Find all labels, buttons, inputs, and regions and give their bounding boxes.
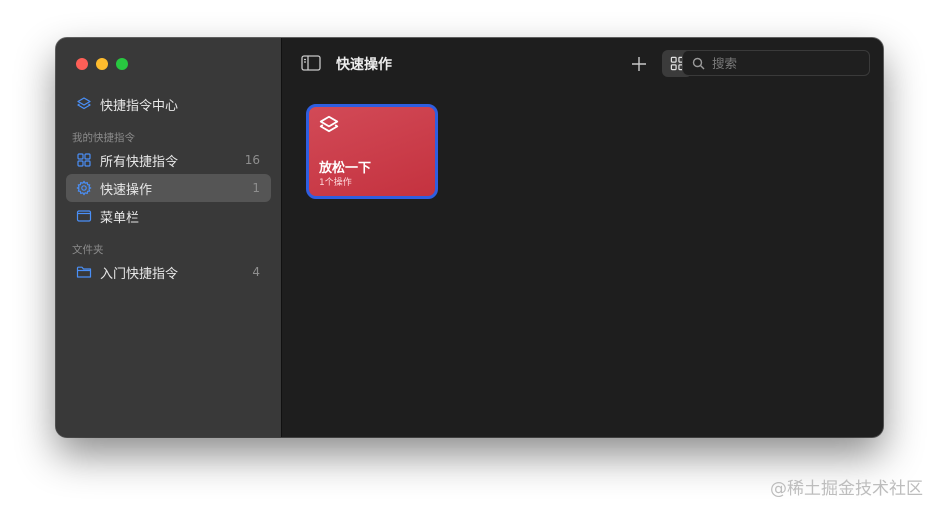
sidebar-item-label: 快捷指令中心 — [100, 98, 179, 114]
grid-icon — [76, 152, 92, 168]
sidebar-item-menu-bar[interactable]: 菜单栏 — [66, 202, 271, 230]
item-count: 16 — [244, 153, 260, 167]
folder-icon — [76, 264, 92, 280]
minimize-button[interactable] — [96, 58, 108, 70]
shortcut-action-count: 1个操作 — [319, 178, 352, 188]
search-input[interactable] — [710, 54, 864, 72]
sidebar-item-label: 菜单栏 — [100, 210, 140, 226]
shortcut-card[interactable]: 放松一下 1个操作 — [306, 104, 438, 199]
sidebar-item-label: 快速操作 — [100, 182, 153, 198]
zoom-button[interactable] — [116, 58, 128, 70]
gear-icon — [76, 180, 92, 196]
item-count: 1 — [252, 181, 260, 195]
sidebar-item-label: 所有快捷指令 — [100, 154, 179, 170]
sidebar-item-starter-shortcuts[interactable]: 入门快捷指令 4 — [66, 258, 271, 286]
menubar-icon — [76, 208, 92, 224]
layers-icon — [76, 96, 92, 112]
shortcut-layers-icon — [318, 114, 340, 140]
shortcut-title: 放松一下 — [319, 161, 372, 176]
sidebar-toggle-icon[interactable] — [300, 53, 322, 73]
add-icon[interactable] — [628, 53, 650, 75]
item-count: 4 — [252, 265, 260, 279]
watermark: @稀土掘金技术社区 — [770, 479, 923, 499]
sidebar-item-quick-actions[interactable]: 快速操作 1 — [66, 174, 271, 202]
sidebar-item-all-shortcuts[interactable]: 所有快捷指令 16 — [66, 146, 271, 174]
section-label-folders: 文件夹 — [72, 244, 104, 256]
page-title: 快速操作 — [336, 57, 392, 73]
section-label-my-shortcuts: 我的快捷指令 — [72, 132, 135, 144]
sidebar-item-gallery[interactable]: 快捷指令中心 — [66, 90, 271, 118]
main-content: 快速操作 搜索 放松一下 1个操作 — [282, 38, 883, 437]
search-icon — [692, 57, 705, 70]
window-controls — [76, 58, 128, 70]
app-window: 快捷指令中心 我的快捷指令 所有快捷指令 16 快速操作 1 菜单栏 文件夹 入… — [56, 38, 883, 437]
sidebar-item-label: 入门快捷指令 — [100, 266, 179, 282]
search-field[interactable] — [682, 50, 870, 76]
sidebar: 快捷指令中心 我的快捷指令 所有快捷指令 16 快速操作 1 菜单栏 文件夹 入… — [56, 38, 282, 437]
close-button[interactable] — [76, 58, 88, 70]
